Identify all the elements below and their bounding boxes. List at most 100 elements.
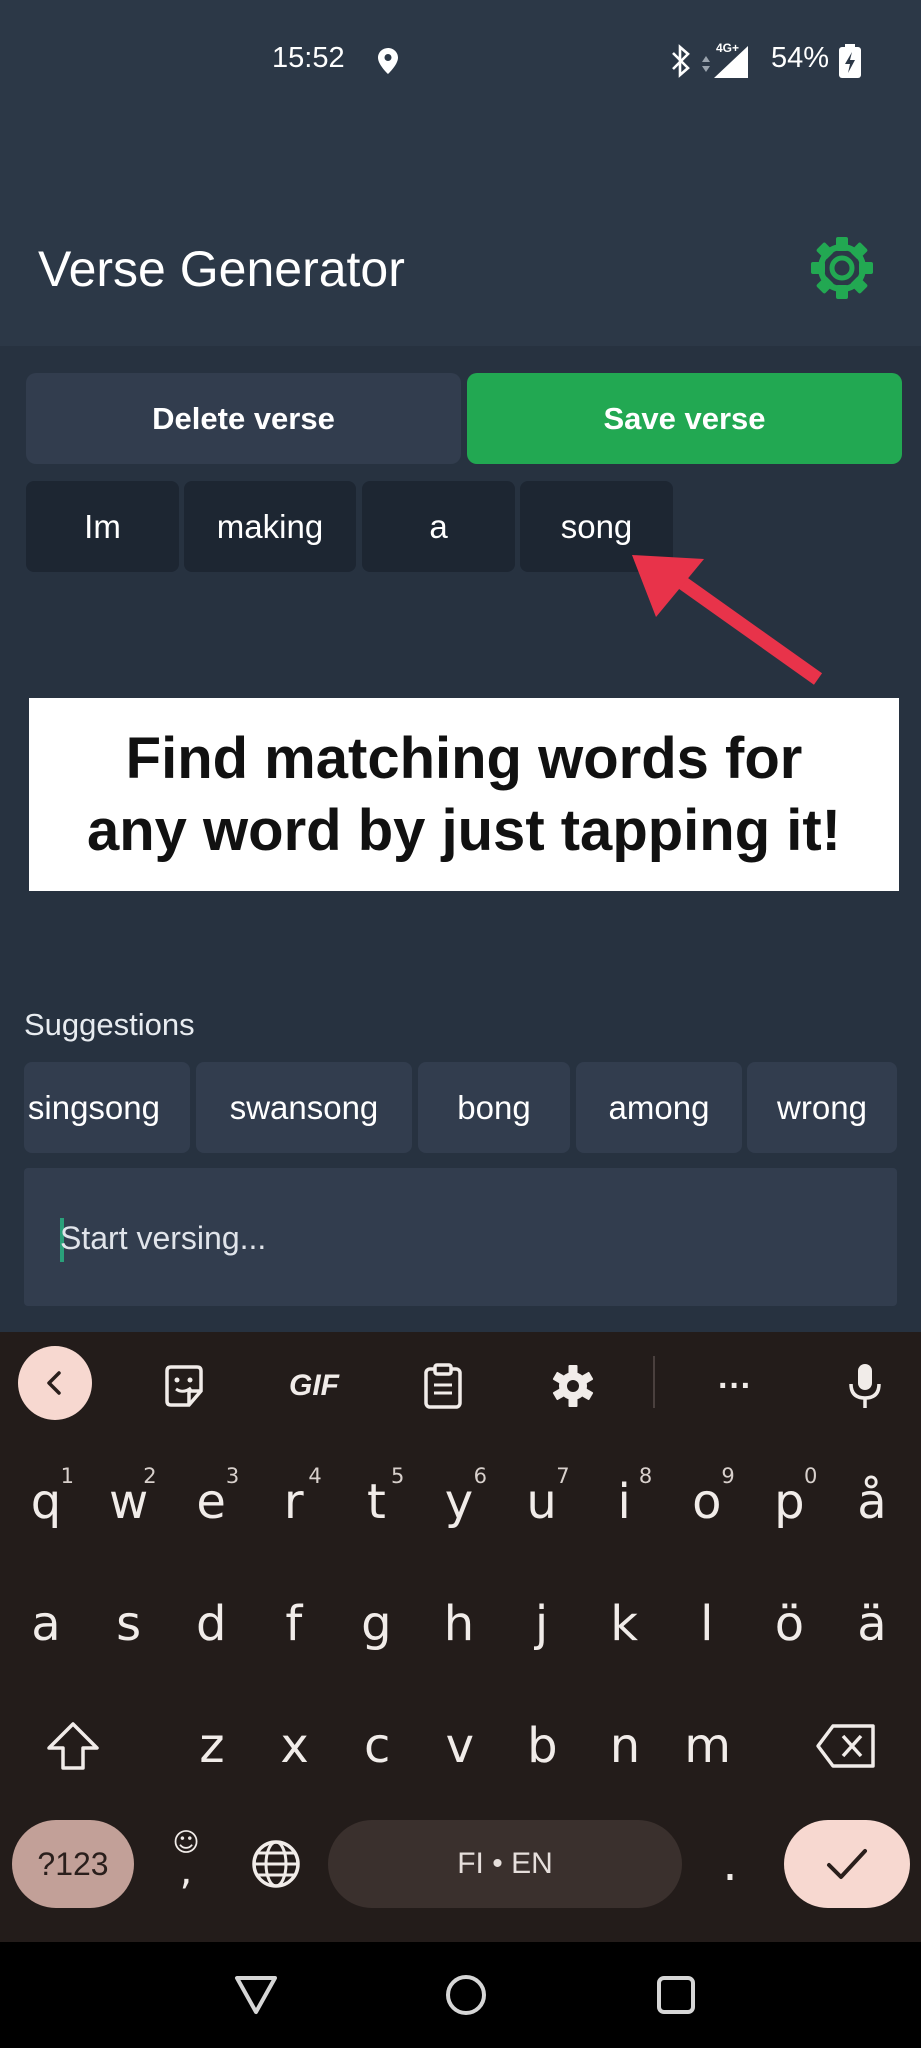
key-b[interactable]: b [502,1696,582,1796]
emoji-comma-key[interactable]: ☺ , [146,1814,226,1914]
sticker-button[interactable] [148,1350,220,1422]
symbols-key[interactable]: ?123 [12,1820,134,1908]
key-number-hint: 7 [556,1464,570,1488]
promo-banner: Find matching words for any word by just… [29,698,899,891]
key-number-hint: 4 [308,1464,322,1488]
suggestion-chip[interactable]: singsong [24,1062,190,1153]
pointer-arrow [632,555,823,685]
location-icon [378,48,398,74]
verse-text-input[interactable]: Start versing... [24,1168,897,1306]
svg-text:4G+: 4G+ [716,41,739,55]
key-label: y [444,1474,474,1530]
suggestions-label: Suggestions [24,1007,195,1042]
key-number-hint: 3 [225,1464,240,1488]
key-h[interactable]: h [419,1574,499,1674]
key-m[interactable]: m [668,1696,748,1796]
shift-key[interactable] [33,1696,113,1796]
recents-square-icon[interactable] [649,1968,703,2022]
key-p[interactable]: p0 [749,1452,829,1552]
clipboard-icon [424,1363,462,1409]
key-t[interactable]: t5 [336,1452,416,1552]
key-u[interactable]: u7 [502,1452,582,1552]
delete-verse-button[interactable]: Delete verse [26,373,461,464]
key-number-hint: 6 [473,1464,487,1488]
key-c[interactable]: c [337,1696,417,1796]
suggestion-chip[interactable]: wrong [747,1062,897,1153]
signal-icon: 4G+ [702,41,748,78]
keyboard-collapse-button[interactable] [18,1346,92,1420]
sticker-icon [165,1365,203,1407]
key-label: å [857,1474,887,1530]
suggestion-chip[interactable]: among [576,1062,742,1153]
enter-key[interactable] [784,1820,910,1908]
period-key[interactable]: . [690,1814,770,1914]
key-q[interactable]: q1 [6,1452,86,1552]
suggestion-chip[interactable]: bong [418,1062,570,1153]
key-k[interactable]: k [584,1574,664,1674]
key-ä[interactable]: ä [832,1574,912,1674]
key-label: u [526,1474,557,1530]
key-number-hint: 9 [721,1464,735,1488]
key-w[interactable]: w2 [89,1452,169,1552]
key-i[interactable]: i8 [584,1452,664,1552]
verse-word-chip[interactable]: Im [26,481,179,572]
suggestion-chip[interactable]: swansong [196,1062,412,1153]
verse-word-chip[interactable]: a [362,481,515,572]
key-label: i [617,1474,631,1530]
key-f[interactable]: f [254,1574,334,1674]
banner-line-2: any word by just tapping it! [87,797,841,863]
key-y[interactable]: y6 [419,1452,499,1552]
key-a[interactable]: a [6,1574,86,1674]
clipboard-button[interactable] [407,1350,479,1422]
key-label: o [692,1474,722,1530]
verse-word-chip[interactable]: making [184,481,356,572]
space-bar[interactable]: FI • EN [328,1820,682,1908]
microphone-icon [849,1364,881,1408]
key-x[interactable]: x [255,1696,335,1796]
key-number-hint: 5 [391,1464,405,1488]
banner-line-1: Find matching words for [125,725,803,791]
key-label: r [283,1474,304,1530]
back-triangle-icon[interactable] [229,1968,283,2022]
key-z[interactable]: z [172,1696,252,1796]
backspace-icon [816,1724,875,1768]
battery-percentage: 54% [771,42,830,74]
chevron-left-icon [47,1371,61,1395]
app-title: Verse Generator [38,241,405,297]
key-j[interactable]: j [502,1574,582,1674]
checkmark-icon [827,1849,867,1879]
key-ö[interactable]: ö [749,1574,829,1674]
key-v[interactable]: v [420,1696,500,1796]
input-placeholder: Start versing... [60,1220,267,1256]
key-e[interactable]: e3 [171,1452,251,1552]
battery-charging-icon [839,44,861,78]
key-d[interactable]: d [171,1574,251,1674]
key-label: p [774,1474,805,1530]
toolbar-divider [653,1356,655,1408]
settings-gear-icon[interactable] [806,232,878,304]
key-o[interactable]: o9 [667,1452,747,1552]
key-s[interactable]: s [89,1574,169,1674]
key-label: e [196,1474,226,1530]
globe-icon [252,1840,300,1888]
home-circle-icon[interactable] [439,1968,493,2022]
shift-icon [47,1722,99,1770]
key-å[interactable]: å [832,1452,912,1552]
status-time: 15:52 [272,42,345,74]
key-n[interactable]: n [585,1696,665,1796]
key-l[interactable]: l [667,1574,747,1674]
key-number-hint: 8 [638,1464,653,1488]
keyboard-settings-button[interactable] [537,1350,609,1422]
backspace-key[interactable] [806,1696,886,1796]
comma-label: , [179,1848,193,1894]
key-g[interactable]: g [336,1574,416,1674]
language-key[interactable] [236,1814,316,1914]
save-verse-button[interactable]: Save verse [467,373,902,464]
more-options-button[interactable]: ··· [699,1350,771,1422]
key-label: q [30,1474,62,1530]
key-label: t [366,1474,386,1530]
gif-button[interactable]: GIF [278,1350,350,1422]
key-r[interactable]: r4 [254,1452,334,1552]
voice-input-button[interactable] [829,1350,901,1422]
key-number-hint: 1 [60,1464,74,1488]
